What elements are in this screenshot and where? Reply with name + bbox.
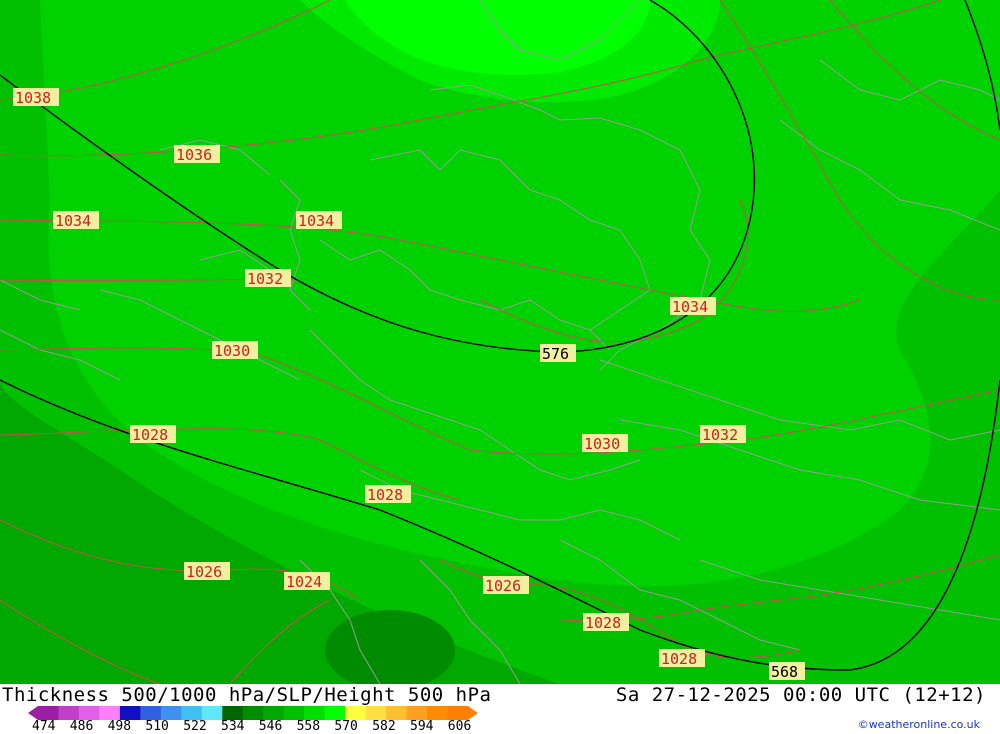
svg-text:1032: 1032: [247, 270, 283, 288]
scale-swatch: [78, 706, 100, 720]
scale-arrow-left: [28, 706, 38, 720]
scale-tick-label: 510: [145, 719, 169, 734]
isobar-label: 1034: [670, 297, 716, 316]
scale-swatch: [447, 706, 469, 720]
isobar-label: 1024: [284, 572, 330, 591]
height-label: 568: [769, 662, 805, 681]
svg-text:1028: 1028: [132, 426, 168, 444]
scale-tick-label: 486: [69, 719, 94, 734]
svg-text:576: 576: [542, 345, 569, 363]
isobar-label: 1034: [53, 211, 99, 230]
scale-swatch: [99, 706, 121, 720]
scale-tick-label: 546: [258, 719, 283, 734]
credit-link[interactable]: ©weatheronline.co.uk: [858, 718, 980, 731]
isobar-label: 1036: [174, 145, 220, 164]
scale-swatch: [140, 706, 162, 720]
isobar-label: 1028: [659, 649, 705, 668]
isobar-label: 1026: [184, 562, 230, 581]
isobar-label: 1038: [13, 88, 59, 107]
scale-swatch: [304, 706, 326, 720]
scale-swatch: [160, 706, 182, 720]
svg-text:1028: 1028: [367, 486, 403, 504]
scale-tick-label: 570: [334, 719, 358, 734]
scale-swatch: [181, 706, 203, 720]
svg-text:1028: 1028: [661, 650, 697, 668]
scale-swatch: [283, 706, 305, 720]
weather-map: 1038 1036 1034 1034 1032 1030 1028 1028 …: [0, 0, 1000, 684]
scale-swatch: [242, 706, 264, 720]
map-title: Thickness 500/1000 hPa/SLP/Height 500 hP…: [2, 684, 492, 706]
svg-text:1038: 1038: [15, 89, 51, 107]
scale-swatch: [427, 706, 449, 720]
scale-swatch: [222, 706, 244, 720]
height-label: 576: [540, 344, 576, 363]
scale-tick-label: 594: [410, 719, 434, 734]
scale-swatch: [58, 706, 80, 720]
scale-tick-label: 474: [32, 719, 56, 734]
svg-text:1036: 1036: [176, 146, 212, 164]
isobar-label: 1032: [245, 269, 291, 288]
scale-swatch: [324, 706, 346, 720]
scale-tick-label: 582: [372, 719, 396, 734]
scale-swatch: [365, 706, 387, 720]
scale-tick-label: 534: [221, 719, 245, 734]
scale-tick-label: 558: [296, 719, 321, 734]
svg-text:1034: 1034: [672, 298, 708, 316]
scale-swatch: [386, 706, 408, 720]
svg-text:1026: 1026: [485, 577, 521, 595]
scale-swatch: [38, 706, 59, 720]
isobar-label: 1030: [212, 341, 258, 360]
map-valid-time: Sa 27-12-2025 00:00 UTC (12+12): [615, 684, 986, 706]
isobar-label: 1028: [583, 613, 629, 632]
svg-text:1030: 1030: [584, 435, 620, 453]
isobar-label: 1032: [700, 425, 746, 444]
isobar-label: 1028: [130, 425, 176, 444]
color-scale: [28, 706, 478, 720]
svg-text:1034: 1034: [55, 212, 91, 230]
svg-text:1032: 1032: [702, 426, 738, 444]
scale-tick-label: 522: [183, 719, 207, 734]
svg-text:1024: 1024: [286, 573, 322, 591]
scale-swatch: [119, 706, 141, 720]
isobar-label: 1026: [483, 576, 529, 595]
isobar-label: 1030: [582, 434, 628, 453]
scale-swatch: [201, 706, 223, 720]
scale-arrow-right: [468, 706, 478, 720]
svg-text:1028: 1028: [585, 614, 621, 632]
isobar-label: 1034: [296, 211, 342, 230]
svg-text:568: 568: [771, 663, 798, 681]
scale-tick-label: 498: [107, 719, 132, 734]
svg-text:1030: 1030: [214, 342, 250, 360]
isobar-label: 1028: [365, 485, 411, 504]
scale-swatch: [345, 706, 367, 720]
svg-text:1026: 1026: [186, 563, 222, 581]
svg-text:1034: 1034: [298, 212, 334, 230]
scale-tick-label: 606: [447, 719, 472, 734]
scale-swatch: [263, 706, 285, 720]
scale-swatch: [406, 706, 428, 720]
